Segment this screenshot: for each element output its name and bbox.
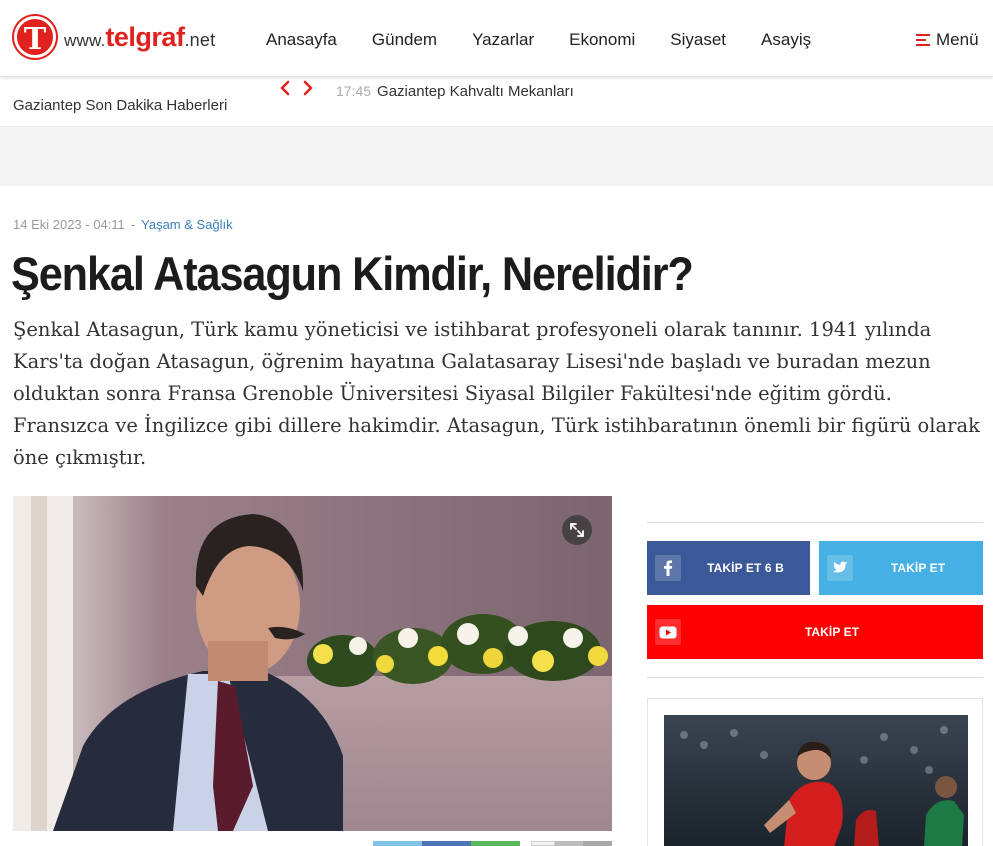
nav-item-asayis[interactable]: Asayiş <box>761 30 811 50</box>
logo-prefix: www. <box>64 30 106 50</box>
news-ticker: Gaziantep Son Dakika Haberleri 17:45 Gazi… <box>0 77 993 127</box>
expand-icon <box>570 523 584 537</box>
article-title: Şenkal Atasagun Kimdir, Nerelidir? <box>11 247 694 300</box>
nav-item-ekonomi[interactable]: Ekonomi <box>569 30 635 50</box>
youtube-follow-button[interactable]: TAKİP ET <box>647 605 983 659</box>
menu-label: Menü <box>936 30 979 49</box>
hamburger-icon <box>916 33 930 47</box>
article-lead: Şenkal Atasagun, Türk kamu yöneticisi ve… <box>13 318 980 469</box>
site-header: T www.telgraf.net Anasayfa Gündem Yazarl… <box>0 0 993 77</box>
ticker-item[interactable]: 17:45 Gaziantep Kahvaltı Mekanları <box>336 83 574 100</box>
logo-tld: .net <box>184 29 216 50</box>
share-strip-print[interactable] <box>583 841 612 846</box>
main-nav: Anasayfa Gündem Yazarlar Ekonomi Siyaset… <box>266 30 846 50</box>
sidebar-thumbnail-image <box>664 715 968 846</box>
facebook-follow-button[interactable]: TAKİP ET 6 B <box>647 541 810 595</box>
article-category[interactable]: Yaşam & Sağlık <box>141 217 233 232</box>
twitter-icon <box>827 555 853 581</box>
site-logo[interactable]: T www.telgraf.net <box>14 16 215 58</box>
chevron-left-icon <box>280 80 290 96</box>
ticker-item-text: Gaziantep Kahvaltı Mekanları <box>377 83 574 100</box>
article-photo[interactable] <box>13 496 612 831</box>
article-date: 14 Eki 2023 - 04:11 <box>13 217 125 232</box>
nav-item-yazarlar[interactable]: Yazarlar <box>472 30 534 50</box>
meta-separator: - <box>130 217 136 232</box>
ticker-arrows <box>278 79 324 97</box>
youtube-icon <box>655 619 681 645</box>
sidebar-divider-bottom <box>647 677 983 678</box>
ticker-item-time: 17:45 <box>336 83 372 99</box>
sidebar-divider-top <box>647 522 983 523</box>
twitter-follow-button[interactable]: TAKİP ET <box>819 541 983 595</box>
article-meta: 14 Eki 2023 - 04:11- Yaşam & Sağlık <box>13 217 233 232</box>
expand-button[interactable] <box>562 515 592 545</box>
share-strip-facebook[interactable] <box>422 841 471 846</box>
ticker-next-button[interactable] <box>301 79 315 97</box>
facebook-icon <box>655 555 681 581</box>
share-strip-whatsapp[interactable] <box>471 841 520 846</box>
share-strip-font-plus[interactable] <box>555 841 583 846</box>
ad-placeholder <box>0 127 993 186</box>
sidebar-news-card[interactable] <box>647 698 983 846</box>
menu-button[interactable]: Menü <box>916 30 979 50</box>
nav-item-gundem[interactable]: Gündem <box>372 30 437 50</box>
sidebar-news-thumbnail[interactable] <box>664 715 968 846</box>
twitter-follow-label: TAKİP ET <box>890 561 946 575</box>
facebook-follow-label: TAKİP ET 6 B <box>707 561 784 575</box>
share-strip-font-minus[interactable] <box>531 841 555 846</box>
article-photo-image <box>13 496 612 831</box>
youtube-follow-label: TAKİP ET <box>804 625 860 639</box>
logo-badge: T <box>14 16 56 58</box>
logo-brand: telgraf <box>105 21 185 52</box>
ticker-prev-button[interactable] <box>278 79 292 97</box>
chevron-right-icon <box>303 80 313 96</box>
nav-item-anasayfa[interactable]: Anasayfa <box>266 30 337 50</box>
nav-item-siyaset[interactable]: Siyaset <box>670 30 726 50</box>
ticker-title[interactable]: Gaziantep Son Dakika Haberleri <box>13 97 227 114</box>
share-strip-twitter[interactable] <box>373 841 422 846</box>
logo-wordmark: www.telgraf.net <box>64 22 215 53</box>
